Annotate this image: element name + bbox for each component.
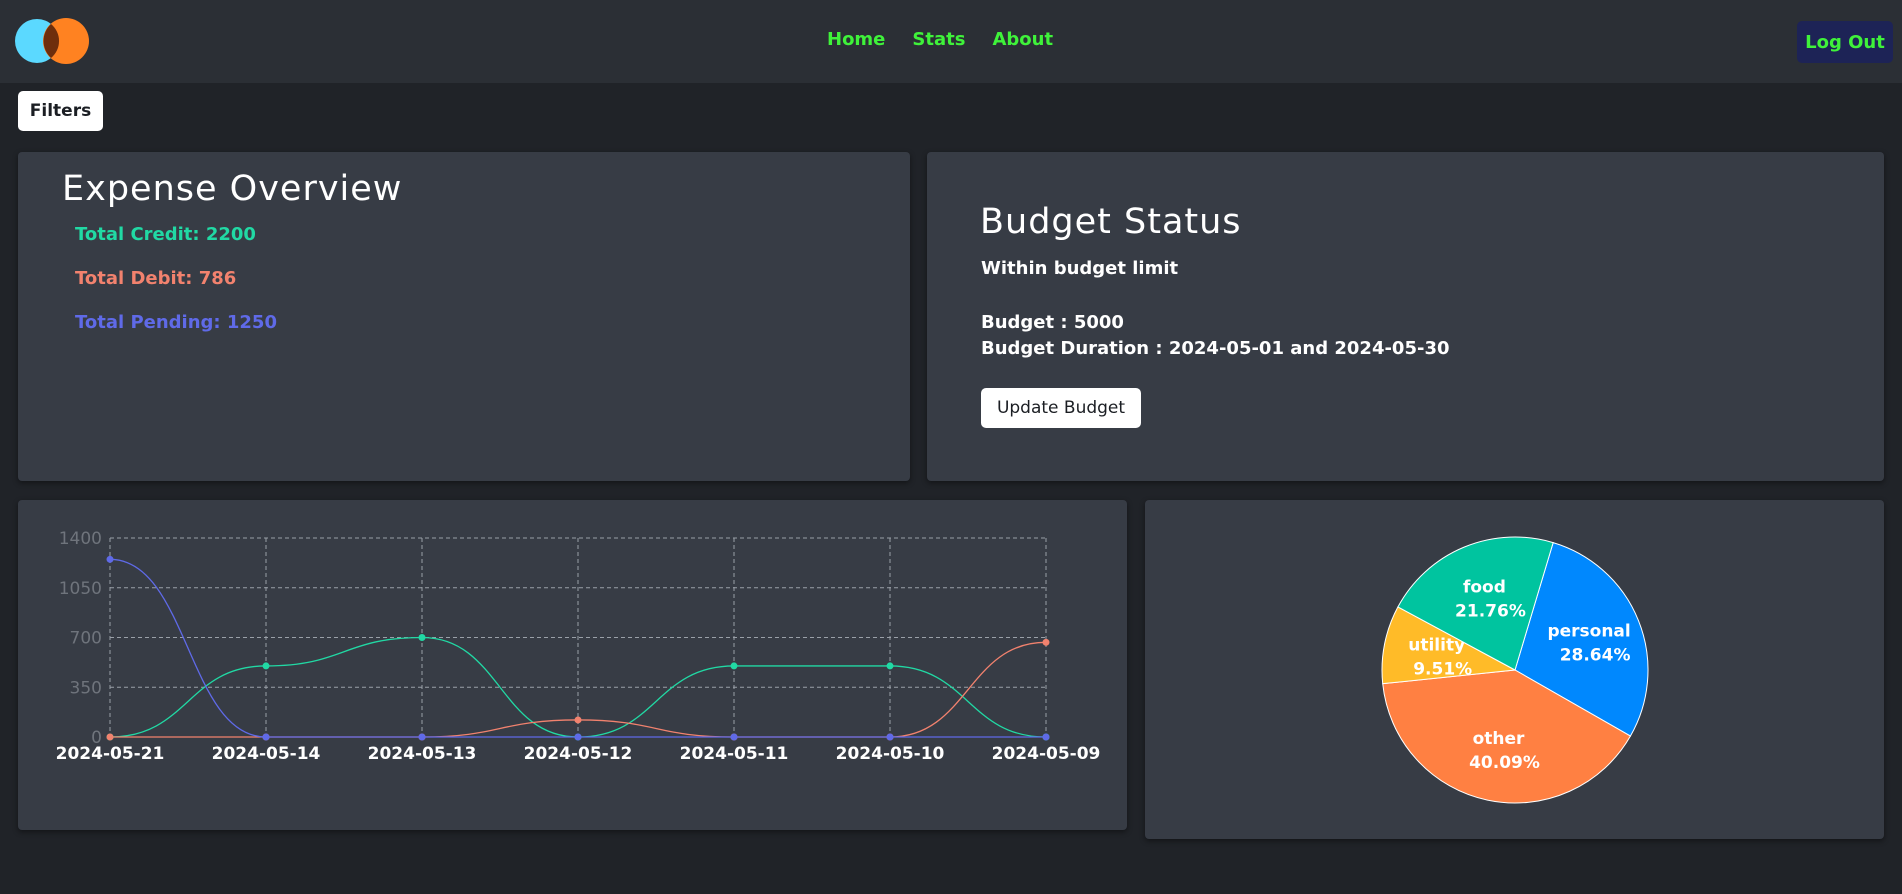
nav-about-link[interactable]: About: [992, 29, 1053, 50]
pie-chart-card: personal 28.64% other 40.09% utility 9.51% foo…: [1145, 500, 1884, 839]
total-credit: Total Credit: 2200: [75, 224, 256, 245]
x-tick-label: 2024-05-09: [992, 744, 1101, 764]
expense-overview-card: Expense Overview Total Credit: 2200 Tota…: [18, 152, 910, 481]
data-point[interactable]: [886, 662, 894, 670]
pie-chart: personal28.64%other40.09%utility9.51%foo…: [1381, 536, 1649, 804]
x-tick-label: 2024-05-21: [56, 744, 165, 764]
budget-amount: Budget : 5000: [981, 312, 1124, 333]
x-tick-label: 2024-05-14: [212, 744, 321, 764]
nav-home-link[interactable]: Home: [827, 29, 885, 50]
budget-duration: Budget Duration : 2024-05-01 and 2024-05…: [981, 338, 1450, 359]
series-line: [109, 558, 1046, 738]
pie-label-other: other: [1473, 729, 1525, 749]
y-tick-label: 1050: [59, 579, 102, 599]
nav-stats-link[interactable]: Stats: [912, 29, 965, 50]
data-point[interactable]: [730, 733, 738, 741]
data-point[interactable]: [1042, 638, 1050, 646]
total-pending: Total Pending: 1250: [75, 312, 277, 333]
pie-percent-food: 21.76%: [1455, 601, 1526, 621]
pie-percent-other: 40.09%: [1469, 753, 1540, 773]
data-point[interactable]: [574, 716, 582, 724]
data-point[interactable]: [574, 733, 582, 741]
app-logo[interactable]: [14, 15, 92, 67]
x-tick-label: 2024-05-10: [836, 744, 945, 764]
x-tick-label: 2024-05-13: [368, 744, 477, 764]
data-point[interactable]: [262, 733, 270, 741]
budget-status-card: Budget Status Within budget limit Budget…: [927, 152, 1884, 481]
logout-button[interactable]: Log Out: [1797, 21, 1893, 63]
data-point[interactable]: [262, 662, 270, 670]
nav-links: Home Stats About: [827, 29, 1053, 50]
data-point[interactable]: [886, 733, 894, 741]
filters-button[interactable]: Filters: [18, 91, 103, 131]
total-debit: Total Debit: 786: [75, 268, 237, 289]
line-chart-grid: [109, 537, 1047, 738]
data-point[interactable]: [418, 634, 426, 641]
line-chart: 0350700105014002024-05-21 2024-05-14 2024-…: [56, 529, 1101, 764]
data-point[interactable]: [418, 733, 426, 741]
update-budget-button[interactable]: Update Budget: [981, 388, 1141, 428]
data-point[interactable]: [106, 733, 114, 741]
x-tick-label: 2024-05-11: [680, 744, 789, 764]
budget-status-message: Within budget limit: [981, 258, 1179, 279]
navbar: Home Stats About Log Out: [0, 0, 1902, 83]
x-tick-label: 2024-05-12: [524, 744, 633, 764]
y-tick-label: 700: [70, 629, 102, 649]
y-tick-label: 1400: [59, 529, 102, 549]
pie-percent-utility: 9.51%: [1413, 659, 1472, 679]
data-point[interactable]: [106, 555, 114, 563]
expense-overview-title: Expense Overview: [62, 169, 403, 209]
y-tick-label: 350: [70, 678, 102, 698]
data-point[interactable]: [730, 662, 738, 670]
data-point[interactable]: [1042, 733, 1050, 741]
pie-label-personal: personal: [1547, 621, 1630, 641]
budget-status-title: Budget Status: [980, 202, 1242, 242]
line-chart-card: 0 350 700 1050 1400 2024-05-21 2024-05-14 2024-…: [18, 500, 1127, 830]
pie-percent-personal: 28.64%: [1560, 645, 1631, 665]
pie-label-food: food: [1463, 577, 1506, 597]
